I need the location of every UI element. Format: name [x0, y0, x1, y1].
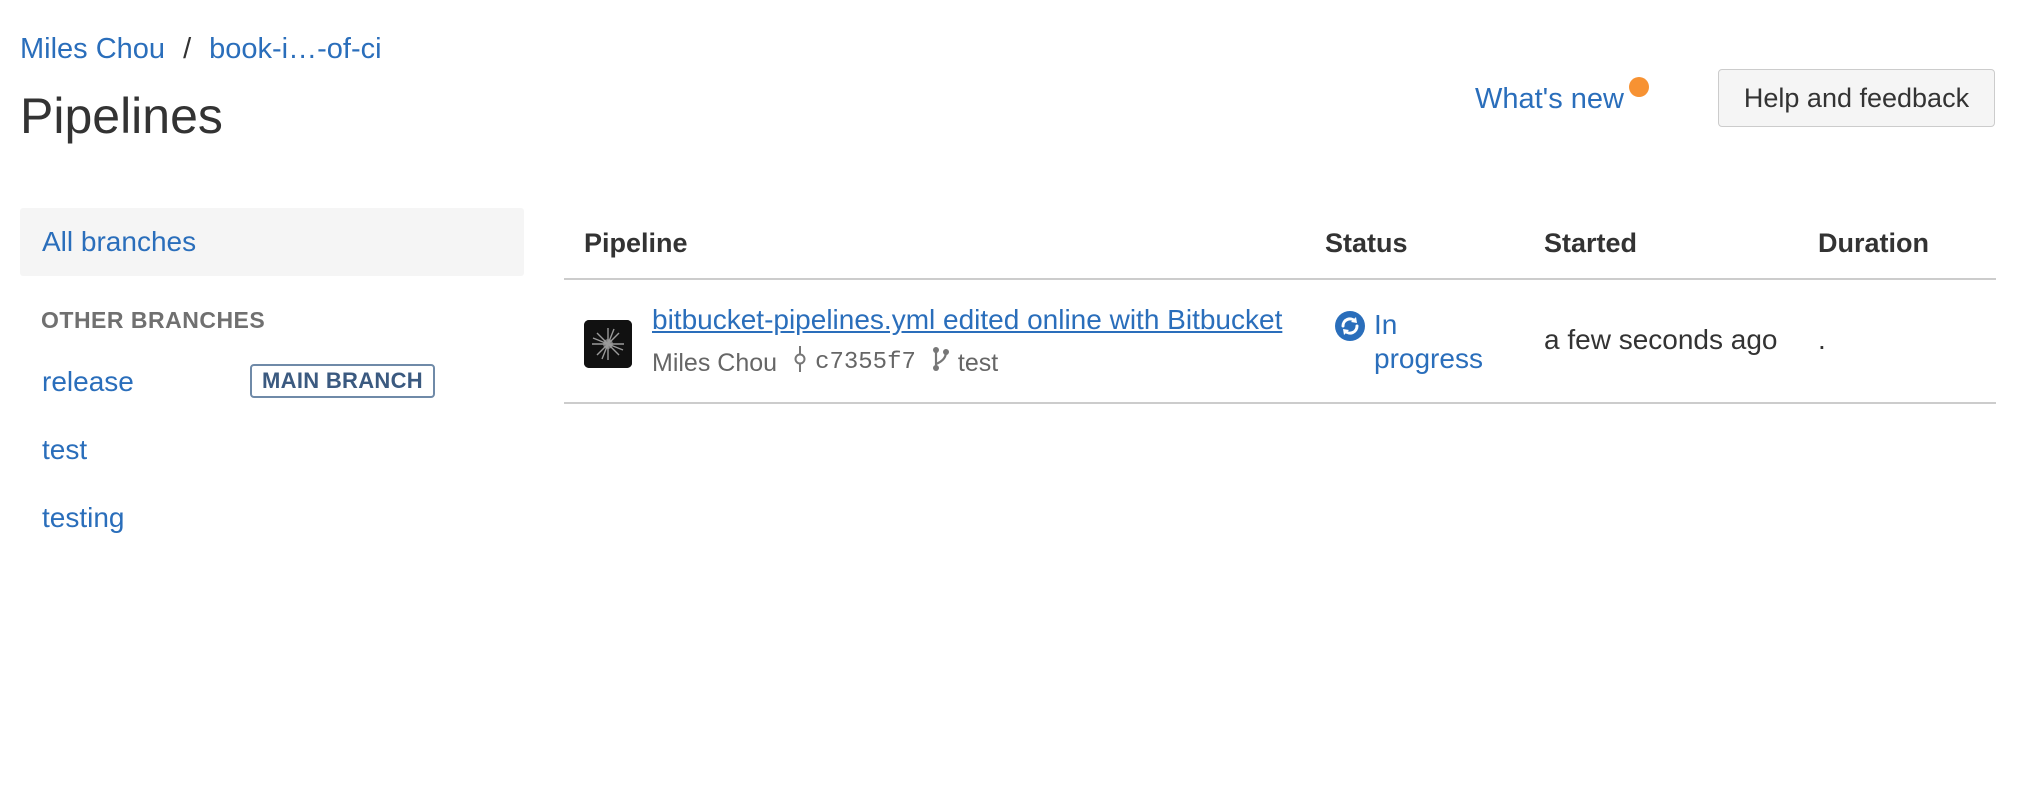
- sidebar-item-all-branches[interactable]: All branches: [20, 208, 524, 276]
- commit-hash-link[interactable]: c7355f7: [815, 347, 916, 379]
- other-branches-heading: OTHER BRANCHES: [41, 307, 266, 333]
- whats-new-link[interactable]: What's new: [1475, 80, 1624, 118]
- breadcrumb: Miles Chou / book-i…-of-ci: [20, 30, 382, 68]
- branch-icon: [932, 346, 950, 380]
- table-header: Pipeline Status Started Duration: [564, 208, 1996, 280]
- breadcrumb-repo-link[interactable]: book-i…-of-ci: [209, 33, 381, 65]
- breadcrumb-separator: /: [183, 33, 192, 65]
- in-progress-icon: [1334, 310, 1366, 342]
- branch-name[interactable]: test: [958, 347, 998, 379]
- pipelines-page: Miles Chou / book-i…-of-ci Pipelines What'…: [0, 0, 2038, 804]
- status-label[interactable]: In progress: [1374, 308, 1514, 376]
- pipeline-meta: Miles Chou c7355f7 test: [652, 346, 998, 380]
- column-header-started: Started: [1544, 228, 1638, 258]
- sidebar-item-test[interactable]: test: [20, 416, 524, 484]
- branch-list: release MAIN BRANCH test testing: [20, 348, 524, 552]
- started-time: a few seconds ago: [1544, 324, 1778, 355]
- avatar-icon: [584, 320, 632, 368]
- breadcrumb-owner-link[interactable]: Miles Chou: [20, 33, 165, 65]
- pipelines-table: Pipeline Status Started Duration bitbuck…: [564, 208, 1996, 404]
- notification-dot-icon: [1629, 77, 1649, 97]
- column-header-duration: Duration: [1818, 228, 1929, 258]
- column-header-status: Status: [1325, 228, 1408, 258]
- branch-name: release: [42, 366, 134, 397]
- commit-icon: [793, 346, 807, 380]
- duration-value: .: [1818, 324, 1826, 355]
- pipeline-title-link[interactable]: bitbucket-pipelines.yml edited online wi…: [652, 302, 1282, 338]
- branch-name: test: [42, 434, 88, 465]
- sidebar-item-testing[interactable]: testing: [20, 484, 524, 552]
- column-header-pipeline: Pipeline: [584, 228, 688, 258]
- table-row[interactable]: bitbucket-pipelines.yml edited online wi…: [564, 280, 1996, 404]
- branch-name: testing: [42, 502, 125, 533]
- help-and-feedback-button[interactable]: Help and feedback: [1718, 69, 1995, 127]
- page-title: Pipelines: [20, 88, 223, 144]
- pipeline-author: Miles Chou: [652, 349, 778, 377]
- branch-sidebar: All branches OTHER BRANCHES release MAIN…: [20, 208, 524, 552]
- main-branch-badge: MAIN BRANCH: [250, 364, 435, 398]
- sidebar-item-release[interactable]: release MAIN BRANCH: [20, 348, 524, 416]
